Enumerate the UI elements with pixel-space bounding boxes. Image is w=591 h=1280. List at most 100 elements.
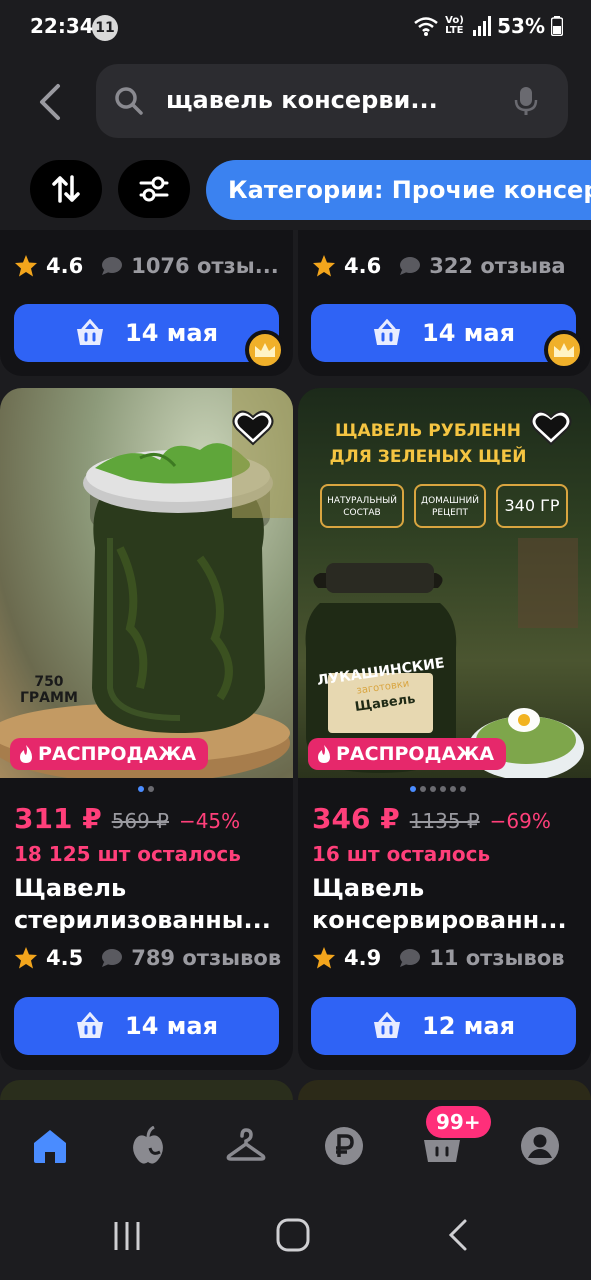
star-icon [313,255,335,277]
pagination-dot [410,786,416,792]
back-button[interactable] [30,80,74,124]
star-icon [15,255,37,277]
star-icon [15,947,37,969]
product-card-top-left[interactable]: 4.6 1076 отзы... 14 мая [0,230,293,376]
price-row: 311 ₽ 569 ₽ −45% [14,802,240,835]
hanger-icon [226,1128,266,1161]
reviews-count: 322 отзыва [429,254,566,278]
bottom-navigation [0,1100,591,1192]
search-query[interactable]: щавель консерви... [166,86,486,114]
fire-icon [318,745,330,763]
rating-row: 4.6 1076 отзы... [14,254,279,278]
chevron-left-icon [40,84,60,120]
cart-count-badge: 99+ [426,1106,491,1138]
delivery-date: 12 мая [422,1012,515,1040]
ruble-icon [325,1127,363,1165]
image-tag: 340 ГР [496,484,568,528]
price-row: 346 ₽ 1135 ₽ −69% [312,802,551,835]
pagination-dot [450,786,456,792]
stock-left: 16 шт осталось [312,842,491,866]
stock-left: 18 125 шт осталось [14,842,241,866]
basket-icon [374,1012,400,1038]
nav-finance[interactable] [322,1124,366,1168]
nav-catalog[interactable] [224,1124,268,1168]
price: 311 ₽ [14,802,102,835]
image-pagination [138,786,154,792]
heart-icon [530,410,572,446]
star-icon [313,947,335,969]
delivery-date: 14 мая [422,319,515,347]
profile-icon [521,1127,559,1165]
favorite-button[interactable] [529,408,573,452]
image-pagination [410,786,466,792]
heart-icon [232,410,274,446]
old-price: 1135 ₽ [409,809,480,833]
battery-icon [551,16,563,36]
image-headline: ЩАВЕЛЬ РУБЛЕНН ДЛЯ ЗЕЛЕНЫХ ЩЕЙ [329,421,527,467]
signal-icon [473,16,492,36]
wifi-icon [414,17,438,36]
product-title[interactable]: Щавель консервированн... [312,872,574,936]
apple-icon [133,1126,163,1164]
sliders-icon [139,176,169,202]
home-button-icon[interactable] [276,1218,310,1252]
pagination-dot [460,786,466,792]
product-card-top-right[interactable]: 4.6 322 отзыва 14 мая [298,230,591,376]
discount: −45% [178,809,241,833]
sale-badge: РАСПРОДАЖА [10,738,209,770]
search-input[interactable]: щавель консерви... [96,64,568,138]
comment-icon [102,949,123,967]
rating-value: 4.6 [46,254,84,278]
status-right: Vo) LTE 53% [413,14,563,38]
favorite-button[interactable] [231,408,275,452]
pagination-dot [430,786,436,792]
delivery-date: 14 мая [125,319,218,347]
crown-icon [544,330,584,370]
discount: −69% [489,809,551,833]
reviews-count: 1076 отзы... [131,254,279,278]
crown-icon [245,330,285,370]
reviews-count: 11 отзывов [429,946,565,970]
recent-apps-icon[interactable] [112,1220,142,1252]
image-tag: ДОМАШНИЙ РЕЦЕПТ [414,484,486,528]
back-nav-icon[interactable] [446,1218,470,1252]
lte-indicator: Vo) LTE [445,15,464,36]
filter-button[interactable] [118,160,190,218]
category-chip[interactable]: Категории: Прочие консер [206,160,591,220]
reviews-count: 789 отзывов [131,946,282,970]
rating-value: 4.5 [46,946,84,970]
product-title[interactable]: Щавель стерилизованны... [14,872,276,936]
basket-icon [77,319,103,345]
sort-icon [52,175,80,203]
product-card[interactable]: 750 ГРАММ РАСПРОДАЖА 311 ₽ 569 ₽ −45% 18… [0,388,293,1070]
rating-row: 4.5 789 отзывов [14,946,281,970]
pagination-dot [420,786,426,792]
rating-value: 4.6 [344,254,382,278]
sale-badge: РАСПРОДАЖА [308,738,507,770]
rating-row: 4.6 322 отзыва [312,254,566,278]
search-icon [115,87,143,115]
pagination-dot [138,786,144,792]
price: 346 ₽ [312,802,400,835]
rating-row: 4.9 11 отзывов [312,946,565,970]
delivery-date: 14 мая [125,1012,218,1040]
product-card[interactable]: ЩАВЕЛЬ РУБЛЕНН ДЛЯ ЗЕЛЕНЫХ ЩЕЙ НАТУРАЛЬН… [298,388,591,1070]
add-to-cart-button[interactable]: 14 мая [14,997,279,1055]
add-to-cart-button[interactable]: 14 мая [14,304,279,362]
home-icon [34,1130,66,1163]
image-tag: НАТУРАЛЬНЫЙ СОСТАВ [320,484,404,528]
status-time: 22:34 [30,14,94,38]
nav-fresh[interactable] [126,1124,170,1168]
microphone-icon[interactable] [514,86,538,116]
nav-profile[interactable] [518,1124,562,1168]
notification-count-badge: 11 [92,15,118,41]
basket-icon [77,1012,103,1038]
pagination-dot [148,786,154,792]
comment-icon [400,257,421,275]
add-to-cart-button[interactable]: 14 мая [311,304,576,362]
pagination-dot [440,786,446,792]
add-to-cart-button[interactable]: 12 мая [311,997,576,1055]
fire-icon [20,745,32,763]
sort-button[interactable] [30,160,102,218]
nav-home[interactable] [28,1124,72,1168]
